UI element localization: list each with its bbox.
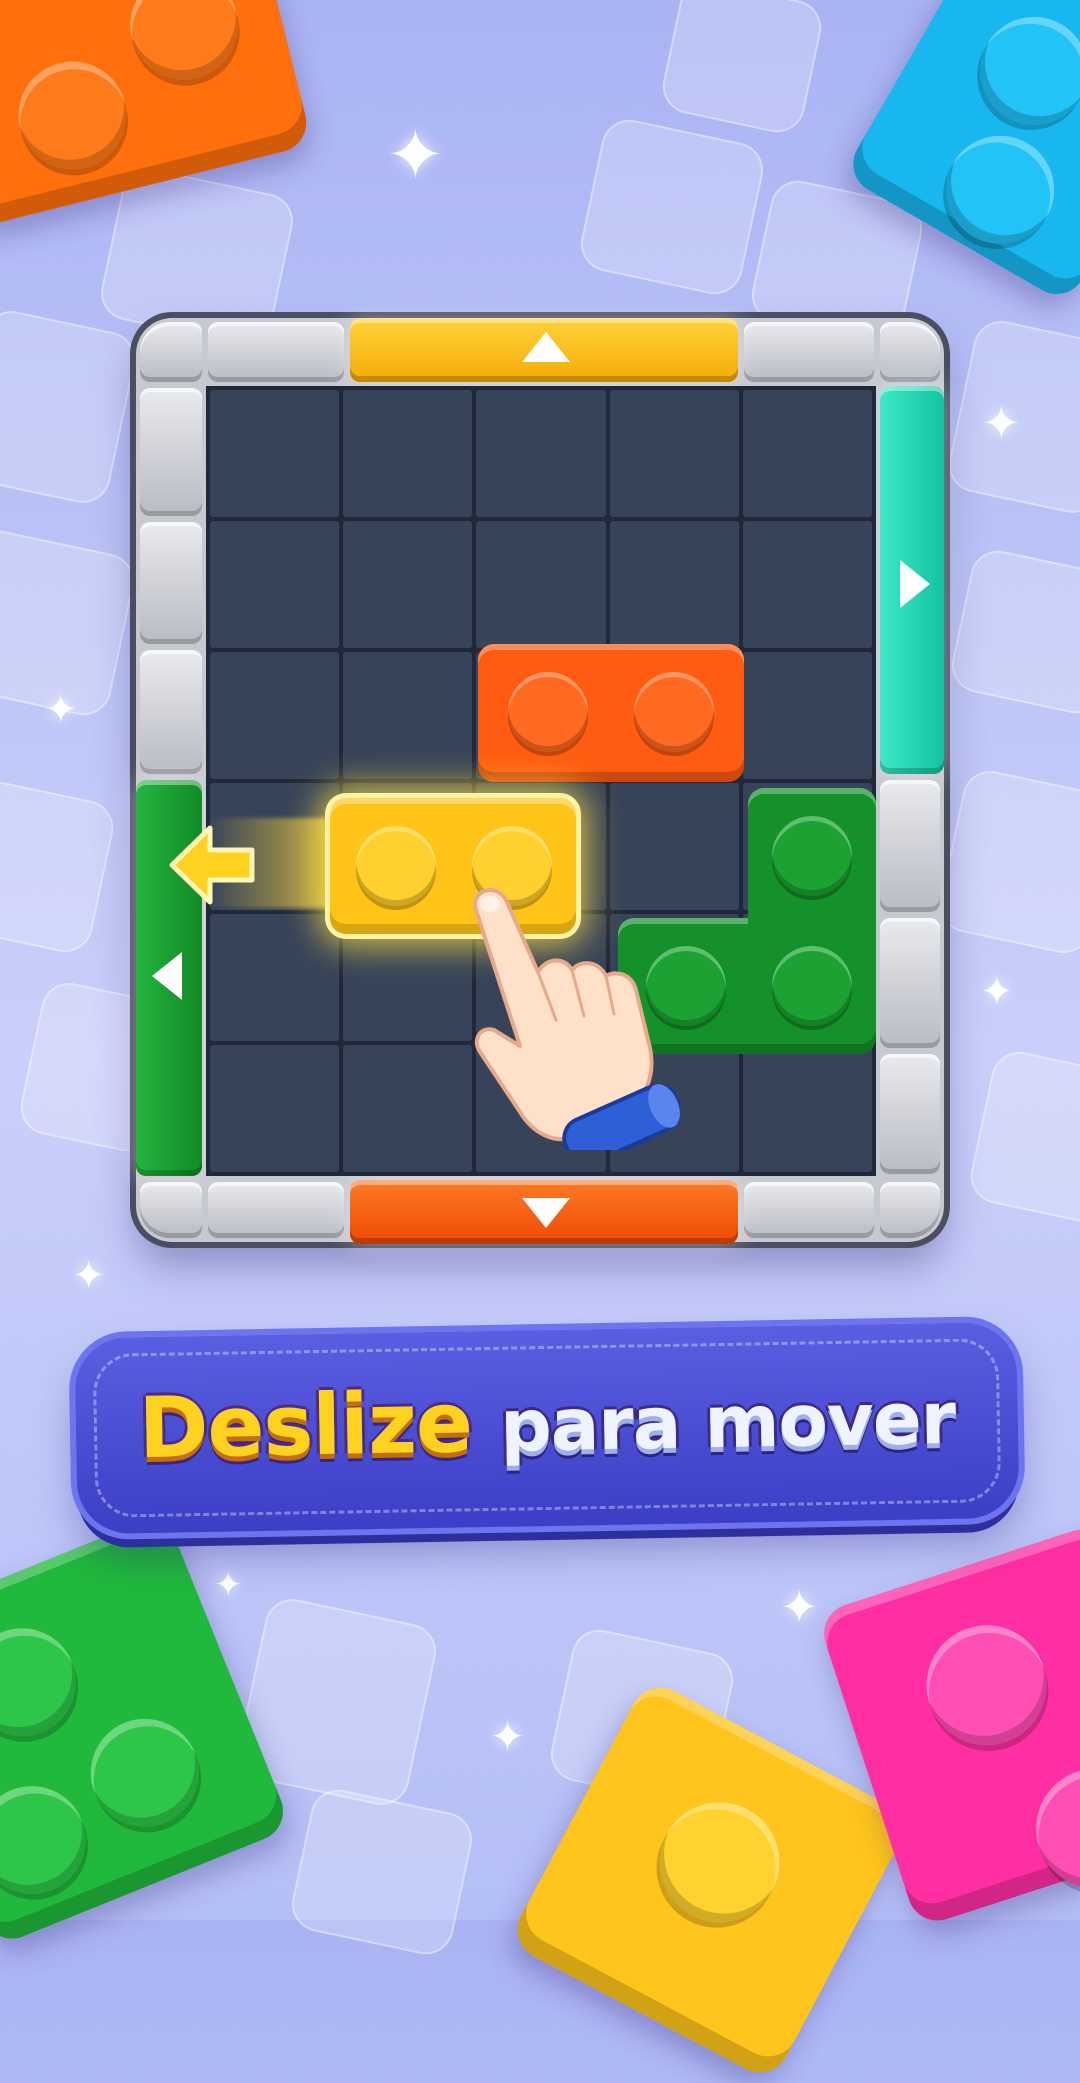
bg-tile	[946, 545, 1080, 719]
instruction-banner: Deslize para mover	[74, 1321, 1020, 1535]
bg-tile	[0, 776, 119, 958]
bg-tile	[657, 0, 827, 138]
grid-cell	[210, 914, 340, 1041]
exit-gate-right-teal	[880, 386, 944, 774]
green-block-joint	[748, 900, 876, 940]
banner-word-para-mover: para mover	[499, 1375, 956, 1468]
sparkle-icon: ✦	[44, 687, 78, 733]
board-wall	[208, 322, 344, 382]
grid-cell	[742, 521, 872, 648]
brick-stud	[74, 1702, 216, 1844]
grid-cell	[210, 652, 340, 779]
brick-stud	[1020, 1752, 1080, 1905]
bg-tile	[286, 1784, 478, 1960]
grid-cell	[343, 390, 473, 517]
arrow-down-icon	[522, 1198, 570, 1228]
block-stud	[772, 946, 852, 1026]
sparkle-icon: ✦	[386, 114, 445, 196]
bg-tile	[965, 1046, 1080, 1228]
grid-cell	[210, 1045, 340, 1172]
arrow-up-icon	[522, 332, 570, 362]
bg-tile	[934, 765, 1080, 959]
sparkle-icon: ✦	[980, 969, 1014, 1015]
banner-text: Deslize para mover	[75, 1364, 1019, 1478]
brick-stud	[0, 1611, 93, 1753]
brick-stud	[7, 50, 138, 181]
grid-cell	[609, 390, 739, 517]
board-wall	[880, 780, 940, 912]
board-wall	[140, 650, 202, 774]
block-stud	[508, 672, 588, 752]
grid-cell	[343, 652, 473, 779]
block-stud	[634, 672, 714, 752]
grid-cell	[476, 390, 606, 517]
board-wall	[744, 322, 874, 382]
bg-tile	[575, 114, 769, 300]
sparkle-icon: ✦	[982, 396, 1021, 450]
block-stud	[356, 826, 436, 906]
swipe-left-arrow-icon	[169, 825, 255, 905]
brick-stud	[960, 0, 1080, 145]
board-wall	[140, 1182, 202, 1238]
board-wall	[880, 1054, 940, 1174]
brick-stud	[926, 115, 1074, 264]
grid-cell	[210, 390, 340, 517]
brick-stud	[638, 1781, 801, 1944]
board-wall	[880, 918, 940, 1048]
exit-gate-bottom-orange	[350, 1180, 738, 1244]
grid-cell	[742, 390, 872, 517]
grid-cell	[343, 521, 473, 648]
grid-cell	[343, 1045, 473, 1172]
grid-cell	[742, 652, 872, 779]
grid-cell	[476, 521, 606, 648]
board-wall	[744, 1182, 874, 1238]
grid-cell	[210, 521, 340, 648]
brick-stud	[910, 1609, 1063, 1761]
board-wall	[140, 388, 202, 516]
grid-cell	[609, 521, 739, 648]
sparkle-icon: ✦	[214, 1565, 243, 1605]
block-stud	[772, 816, 852, 896]
arrow-left-icon	[152, 952, 182, 1000]
grid-cell	[742, 1045, 872, 1172]
pointing-hand-icon	[473, 888, 680, 1150]
board-wall	[140, 322, 202, 382]
board-wall	[140, 522, 202, 644]
banner-word-deslize: Deslize	[137, 1373, 473, 1478]
brick-stud	[0, 1769, 103, 1911]
sparkle-icon: ✦	[780, 1580, 819, 1634]
sparkle-icon: ✦	[490, 1712, 526, 1761]
board-wall	[208, 1182, 344, 1238]
arrow-right-icon	[900, 560, 930, 608]
decorative-green-brick	[0, 1512, 293, 1948]
exit-gate-top-yellow	[350, 318, 738, 382]
brick-stud	[118, 0, 250, 92]
sparkle-icon: ✦	[72, 1253, 106, 1299]
orange-block[interactable]	[478, 644, 744, 782]
bg-tile	[0, 305, 141, 509]
board-wall	[880, 322, 940, 382]
